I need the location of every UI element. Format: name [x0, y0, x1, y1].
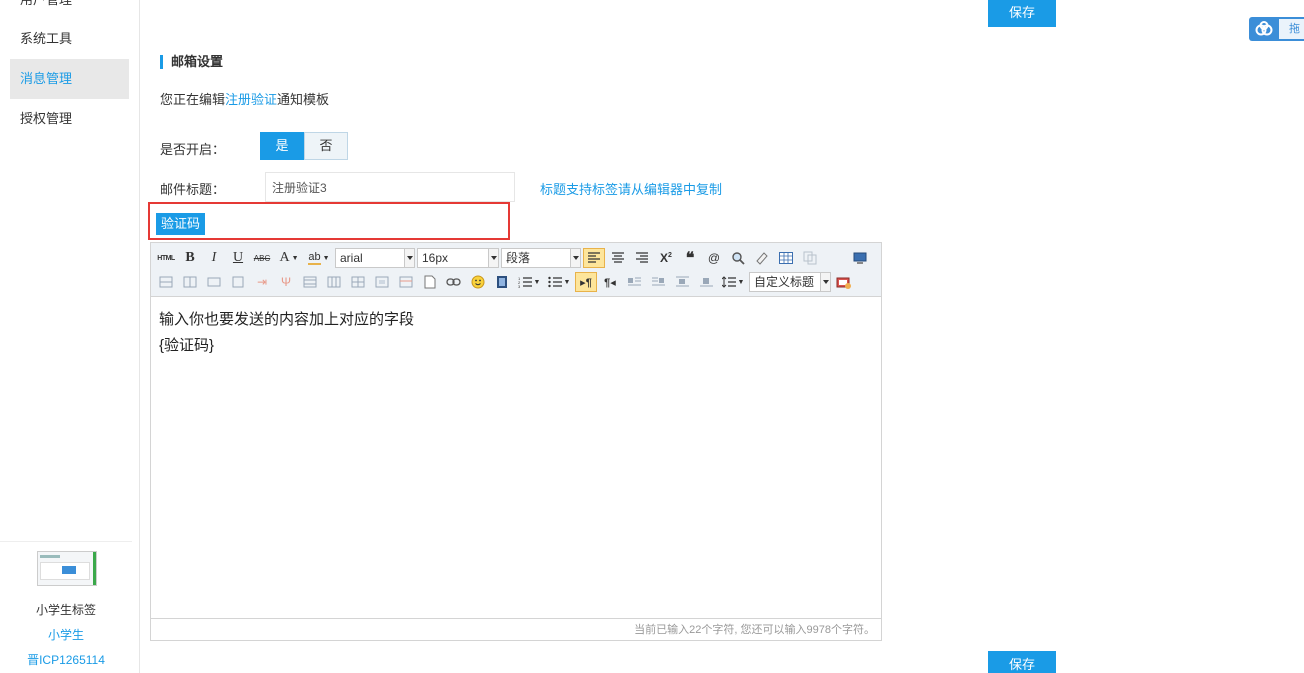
edit-note-prefix: 您正在编辑 [160, 92, 226, 107]
ltr-direction-icon[interactable]: ▸¶ [575, 272, 597, 292]
highlight-color-icon[interactable]: ab ▼ [305, 248, 333, 268]
enable-toggle: 是 否 [260, 132, 348, 160]
image-right-icon[interactable] [647, 272, 669, 292]
delete-row-icon[interactable] [203, 272, 225, 292]
underline-icon[interactable]: U [227, 248, 249, 268]
preview-icon[interactable] [849, 248, 871, 268]
icp-link[interactable]: 晋ICP1265114 [0, 651, 132, 668]
split-cols-icon[interactable] [347, 272, 369, 292]
page-break-icon[interactable] [419, 272, 441, 292]
eraser-icon[interactable] [751, 248, 773, 268]
search-replace-icon[interactable] [727, 248, 749, 268]
tag-verification-code[interactable]: 验证码 [156, 213, 206, 235]
user-link[interactable]: 小学生 [0, 626, 132, 643]
enable-label: 是否开启： [160, 142, 226, 157]
toolbar-row-1: HTML B I U ABC A ▼ ab ▼ arial 16px 段落 X2… [155, 246, 873, 270]
editor-toolbar: HTML B I U ABC A ▼ ab ▼ arial 16px 段落 X2… [151, 243, 881, 297]
site-name: 小学生标签 [35, 603, 96, 617]
image-center-icon[interactable] [695, 272, 717, 292]
special-char-icon[interactable]: @ [703, 248, 725, 268]
bold-icon[interactable]: B [179, 248, 201, 268]
mail-title-label: 邮件标题： [160, 182, 226, 197]
blockquote-icon[interactable]: ❝ [679, 248, 701, 268]
unordered-list-icon[interactable]: ▼ [545, 272, 573, 292]
align-center-icon[interactable] [607, 248, 629, 268]
rtl-direction-icon[interactable]: ¶◂ [599, 272, 621, 292]
merge-down-icon[interactable]: Ψ [275, 272, 297, 292]
save-button-top[interactable]: 保存 [988, 0, 1056, 27]
cloud-widget[interactable]: 拖 [1249, 17, 1304, 41]
font-color-icon[interactable]: A ▼ [275, 248, 303, 268]
link-icon[interactable] [443, 272, 465, 292]
superscript-icon[interactable]: X2 [655, 248, 677, 268]
content-line: {验证码} [159, 337, 215, 354]
split-cells-icon[interactable] [299, 272, 321, 292]
sidebar: 用户管理 系统工具 消息管理 授权管理 小学生标签 小学生 晋ICP126511… [0, 0, 140, 673]
edit-note-suffix: 通知模板 [277, 92, 330, 107]
enable-no-button[interactable]: 否 [304, 132, 348, 160]
align-left-icon[interactable] [583, 248, 605, 268]
strikethrough-icon[interactable]: ABC [251, 248, 273, 268]
paragraph-format-select[interactable]: 段落 [501, 248, 581, 268]
cloud-icon [1255, 21, 1273, 36]
insert-row-above-icon[interactable] [155, 272, 177, 292]
insert-col-icon[interactable] [179, 272, 201, 292]
sidebar-item-message-management[interactable]: 消息管理 [10, 59, 129, 99]
sidebar-item-authorization[interactable]: 授权管理 [10, 99, 129, 139]
template-link[interactable]: 注册验证 [225, 92, 277, 107]
custom-title-select[interactable]: 自定义标题 [749, 272, 831, 292]
image-left-icon[interactable] [623, 272, 645, 292]
line-height-icon[interactable]: ▼ [719, 272, 747, 292]
editor-content[interactable]: 输入你也要发送的内容加上对应的字段 {验证码} [159, 307, 414, 359]
cell-props-icon[interactable] [371, 272, 393, 292]
table-icon[interactable] [775, 248, 797, 268]
paste-format-icon[interactable] [799, 248, 821, 268]
svg-text:3: 3 [518, 284, 521, 288]
content-line: 输入你也要发送的内容加上对应的字段 [159, 311, 415, 328]
image-none-icon[interactable] [671, 272, 693, 292]
font-family-select[interactable]: arial [335, 248, 415, 268]
mail-title-input[interactable] [265, 172, 515, 202]
emoticon-icon[interactable] [467, 272, 489, 292]
video-icon[interactable] [491, 272, 513, 292]
tag-list: 验证码 [148, 202, 510, 240]
section-title: 邮箱设置 [160, 55, 223, 69]
rich-text-editor: HTML B I U ABC A ▼ ab ▼ arial 16px 段落 X2… [150, 242, 882, 641]
char-count-status: 当前已输入22个字符, 您还可以输入9978个字符。 [151, 618, 881, 640]
font-size-select[interactable]: 16px [417, 248, 499, 268]
align-right-icon[interactable] [631, 248, 653, 268]
page: 用户管理 系统工具 消息管理 授权管理 小学生标签 小学生 晋ICP126511… [0, 0, 1304, 673]
enable-yes-button[interactable]: 是 [260, 132, 304, 160]
site-thumbnail[interactable] [37, 551, 97, 586]
sidebar-divider [0, 541, 132, 542]
cloud-widget-label: 拖 [1279, 19, 1304, 39]
merge-right-icon[interactable]: ⇥ [251, 272, 273, 292]
mail-title-hint: 标题支持标签请从编辑器中复制 [540, 182, 723, 197]
toolbar-row-2: ⇥ Ψ 1 2 3 ▼ ▼ ▸¶ ¶◂ ▼ 自定义标题 [155, 270, 857, 294]
delete-col-icon[interactable] [227, 272, 249, 292]
sidebar-item-user-management[interactable]: 用户管理 [10, 0, 129, 20]
sidebar-item-system-tools[interactable]: 系统工具 [10, 19, 129, 59]
save-button-bottom[interactable]: 保存 [988, 651, 1056, 673]
italic-icon[interactable]: I [203, 248, 225, 268]
split-rows-icon[interactable] [323, 272, 345, 292]
ordered-list-icon[interactable]: 1 2 3 ▼ [515, 272, 543, 292]
table-props-icon[interactable] [395, 272, 417, 292]
clear-doc-icon[interactable] [833, 272, 855, 292]
html-source-icon[interactable]: HTML [155, 248, 177, 268]
edit-note: 您正在编辑注册验证通知模板 [160, 89, 329, 108]
